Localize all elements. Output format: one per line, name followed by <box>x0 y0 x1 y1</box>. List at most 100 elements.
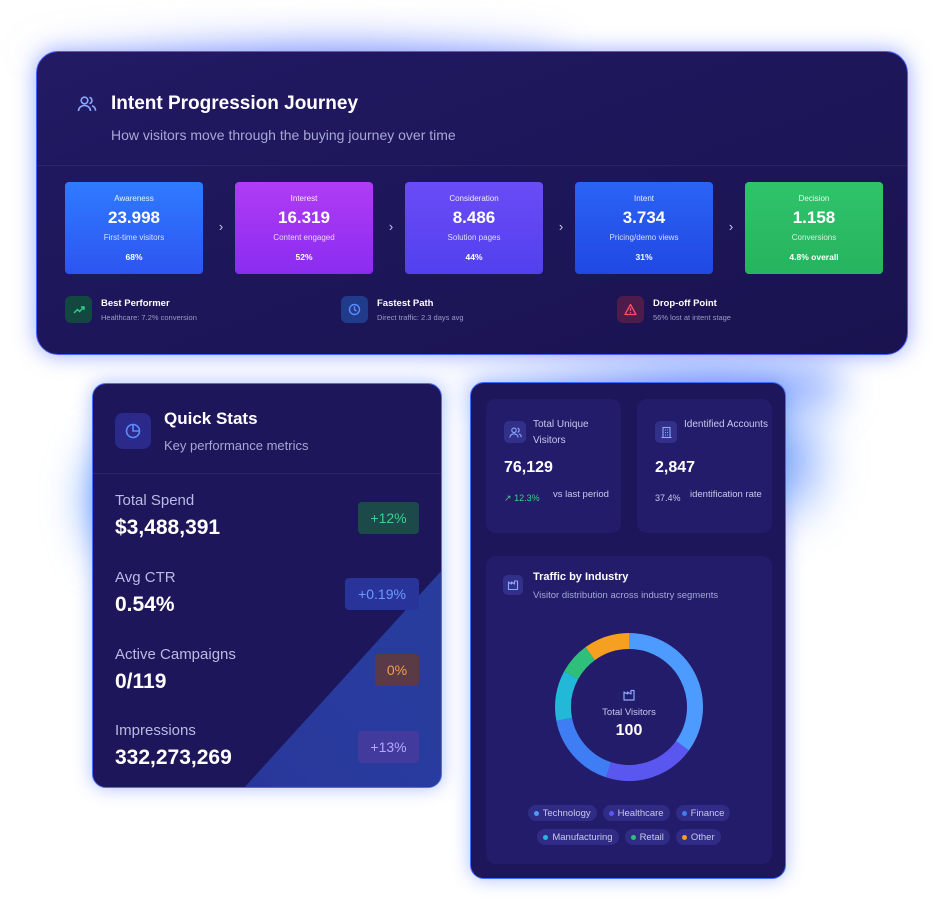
legend-label: Technology <box>542 807 591 819</box>
pie-chart-icon <box>115 413 151 449</box>
stage-awareness[interactable]: Awareness 23.998 First-time visitors 68% <box>65 182 203 274</box>
legend-item-healthcare[interactable]: Healthcare <box>602 805 670 821</box>
chevron-right-icon: › <box>558 219 564 234</box>
tile-change-value: 12.3% <box>514 493 540 503</box>
stat-row-impressions: Impressions 332,273,269 +13% <box>115 722 425 782</box>
warning-icon <box>617 296 644 323</box>
insight-title: Fastest Path <box>377 298 434 309</box>
traffic-by-industry-panel: Traffic by Industry Visitor distribution… <box>486 556 772 864</box>
stage-description: Content engaged <box>273 233 335 242</box>
legend-label: Other <box>690 831 715 843</box>
stage-value: 23.998 <box>108 208 160 227</box>
donut-segment-healthcare[interactable] <box>606 740 689 781</box>
stage-name: Decision <box>798 194 830 203</box>
stage-name: Intent <box>633 194 654 203</box>
intent-journey-card: Intent Progression Journey How visitors … <box>36 51 908 355</box>
stage-description: First-time visitors <box>103 233 165 242</box>
legend-row: Technology Healthcare Finance <box>486 805 772 821</box>
tile-rate: 37.4% <box>655 493 681 503</box>
tile-change-note: vs last period <box>553 489 609 500</box>
trending-up-icon <box>65 296 92 323</box>
legend-label: Retail <box>639 831 664 843</box>
quick-stats-card: Quick Stats Key performance metrics Tota… <box>92 383 442 788</box>
tile-title: Identified Accounts <box>684 419 768 430</box>
stat-row-total-spend: Total Spend $3,488,391 +12% <box>115 492 425 552</box>
users-icon <box>77 96 97 112</box>
stat-value: 0/119 <box>115 670 167 693</box>
journey-title: Intent Progression Journey <box>111 93 359 114</box>
tile-value: 2,847 <box>655 459 696 476</box>
quick-stats-header: Quick Stats Key performance metrics <box>93 384 441 474</box>
legend-label: Healthcare <box>617 807 664 819</box>
stat-value: 0.54% <box>115 593 175 616</box>
stage-value: 8.486 <box>452 208 496 227</box>
legend-row: Manufacturing Retail Other <box>486 829 772 845</box>
factory-icon <box>503 575 523 595</box>
identified-accounts-tile: Identified Accounts 2,847 37.4% identifi… <box>637 399 772 533</box>
legend-label: Finance <box>690 807 725 819</box>
stat-change-badge: +13% <box>358 731 419 763</box>
building-icon <box>655 421 677 443</box>
donut-segment-other[interactable] <box>585 633 630 661</box>
tile-change: ↗ 12.3% <box>504 493 540 504</box>
legend-label: Manufacturing <box>552 831 613 843</box>
stat-label: Impressions <box>115 722 196 739</box>
donut-segment-retail[interactable] <box>564 647 596 680</box>
stat-row-avg-ctr: Avg CTR 0.54% +0.19% <box>115 569 425 629</box>
stage-value: 1.158 <box>792 208 836 227</box>
quick-stats-subtitle: Key performance metrics <box>164 438 309 453</box>
stage-name: Interest <box>290 194 318 203</box>
stage-decision[interactable]: Decision 1.158 Conversions 4.8% overall <box>745 182 883 274</box>
clock-icon <box>341 296 368 323</box>
insight-subtitle: Healthcare: 7.2% conversion <box>101 313 197 322</box>
insight-subtitle: 56% lost at intent stage <box>653 313 731 322</box>
legend-item-finance[interactable]: Finance <box>675 805 731 821</box>
journey-header: Intent Progression Journey How visitors … <box>37 52 907 166</box>
stat-change-badge: 0% <box>375 654 419 686</box>
insight-title: Best Performer <box>101 298 170 309</box>
tile-title: Total Unique Visitors <box>533 419 589 446</box>
traffic-title: Traffic by Industry <box>533 571 629 583</box>
stage-percent: 68% <box>125 252 143 262</box>
stat-label: Active Campaigns <box>115 646 236 663</box>
quick-stats-title: Quick Stats <box>164 409 258 428</box>
users-icon <box>504 421 526 443</box>
factory-icon <box>623 689 635 701</box>
legend-item-manufacturing[interactable]: Manufacturing <box>537 829 619 845</box>
legend-item-other[interactable]: Other <box>675 829 721 845</box>
journey-stages: Awareness 23.998 First-time visitors 68%… <box>65 182 885 274</box>
stage-description: Conversions <box>791 233 837 242</box>
tile-value: 76,129 <box>504 459 553 476</box>
stage-intent[interactable]: Intent 3.734 Pricing/demo views 31% <box>575 182 713 274</box>
stat-value: 332,273,269 <box>115 746 232 769</box>
donut-center-value: 100 <box>615 722 643 739</box>
stage-value: 16.319 <box>278 208 330 227</box>
chevron-right-icon: › <box>388 219 394 234</box>
stat-change-badge: +0.19% <box>345 578 419 610</box>
trending-up-icon: ↗ <box>504 493 512 503</box>
journey-subtitle: How visitors move through the buying jou… <box>111 127 456 143</box>
tile-rate-note: identification rate <box>690 489 762 500</box>
stat-row-active-campaigns: Active Campaigns 0/119 0% <box>115 646 425 706</box>
stage-name: Awareness <box>114 194 154 203</box>
chevron-right-icon: › <box>218 219 224 234</box>
insight-subtitle: Direct traffic: 2.3 days avg <box>377 313 464 322</box>
stat-label: Avg CTR <box>115 569 176 586</box>
legend-item-technology[interactable]: Technology <box>527 805 597 821</box>
traffic-subtitle: Visitor distribution across industry seg… <box>533 590 719 601</box>
chevron-right-icon: › <box>728 219 734 234</box>
stage-description: Pricing/demo views <box>609 233 679 242</box>
stage-consideration[interactable]: Consideration 8.486 Solution pages 44% <box>405 182 543 274</box>
stage-name: Consideration <box>449 194 499 203</box>
stage-interest[interactable]: Interest 16.319 Content engaged 52% <box>235 182 373 274</box>
total-visitors-tile: Total Unique Visitors 76,129 ↗ 12.3% vs … <box>486 399 621 533</box>
visitor-overview-card: Total Unique Visitors 76,129 ↗ 12.3% vs … <box>470 382 786 879</box>
stat-value: $3,488,391 <box>115 516 221 539</box>
legend-item-retail[interactable]: Retail <box>624 829 670 845</box>
stage-percent: 44% <box>465 252 483 262</box>
insight-title: Drop-off Point <box>653 298 717 309</box>
stat-label: Total Spend <box>115 492 195 509</box>
donut-center-label: Total Visitors <box>602 707 656 718</box>
stat-change-badge: +12% <box>358 502 419 534</box>
stage-percent: 4.8% overall <box>789 252 839 262</box>
